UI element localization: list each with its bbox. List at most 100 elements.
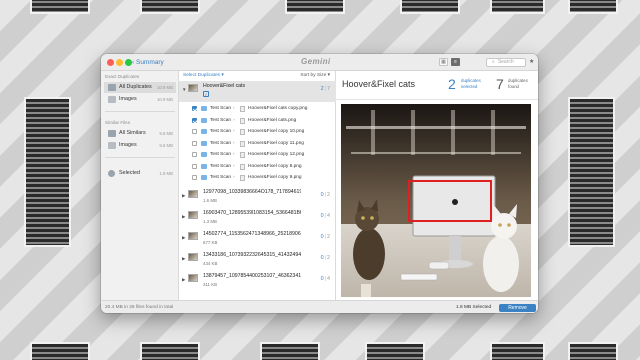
- file-icon: [240, 163, 245, 170]
- disclosure-closed-icon: ▶: [182, 256, 186, 261]
- sidebar-item-all-similars[interactable]: All Similars 9.6 MB: [104, 128, 176, 139]
- chevron-right-icon: ›: [233, 152, 235, 157]
- file-row[interactable]: Test Scan › Hoover&Fixel copy 12.png: [179, 149, 336, 161]
- chevron-right-icon: ›: [233, 129, 235, 134]
- file-checkbox[interactable]: [192, 163, 197, 169]
- group-name: Hoover&Fixel cats: [203, 83, 246, 89]
- duplicate-group[interactable]: ▶ 12977098_10339836664O178_7178946194...…: [179, 187, 336, 208]
- duplicate-group[interactable]: ▶ 13433186_1073932232645315_414324942...…: [179, 250, 336, 271]
- minimize-window-button[interactable]: [116, 59, 123, 66]
- file-icon: [240, 140, 245, 147]
- group-name: 14502774_1153562471348966_2521890611...: [203, 231, 301, 237]
- detail-divider: [336, 99, 538, 100]
- chevron-left-icon: ‹: [132, 59, 135, 66]
- star-icon: ★: [529, 59, 535, 65]
- selected-count-label: duplicates selected: [461, 78, 481, 89]
- detail-pane: Hoover&Fixel cats 2 duplicates selected 7…: [336, 71, 538, 300]
- group-thumbnail: [188, 232, 198, 240]
- sort-by-size-dropdown[interactable]: Sort by Size ▾: [300, 71, 330, 80]
- back-label: Summary: [135, 59, 164, 66]
- chevron-right-icon: ›: [233, 106, 235, 111]
- duplicate-group[interactable]: ▶ 13879457_1097854400253107_463623410...…: [179, 271, 336, 292]
- zoom-window-button[interactable]: [125, 59, 132, 66]
- disclosure-closed-icon: ▶: [182, 235, 186, 240]
- grid-icon: ▦: [441, 59, 446, 65]
- file-checkbox[interactable]: [192, 106, 197, 111]
- select-duplicates-dropdown[interactable]: Select Duplicates ▾: [183, 71, 224, 80]
- group-count: 0|2: [320, 255, 330, 261]
- file-row[interactable]: Test Scan › Hoover&Fixel copy 8.png: [179, 161, 336, 173]
- group-size: 434 KB: [203, 261, 218, 266]
- duplicate-group-selected[interactable]: ▼ Hoover&Fixel cats ✓ 2|7: [179, 81, 336, 102]
- exact-duplicates-header: Exact Duplicates: [105, 74, 140, 79]
- sidebar-divider: [105, 111, 175, 112]
- group-size: 677 KB: [203, 240, 218, 245]
- folder-icon: [201, 106, 207, 111]
- similar-files-header: Similar Files: [105, 120, 131, 125]
- folder-icon: [201, 129, 207, 134]
- app-window: ‹ Summary Gemini ▦ ≡ ⌕ Search ★ Exact Dup…: [101, 54, 538, 313]
- group-size: 311 KB: [203, 282, 218, 287]
- detail-title: Hoover&Fixel cats: [342, 79, 416, 89]
- file-checkbox[interactable]: [192, 175, 197, 180]
- grid-view-button[interactable]: ▦: [439, 58, 448, 66]
- sidebar: Exact Duplicates All Duplicates 10.9 MB …: [101, 71, 179, 300]
- sidebar-item-similar-images[interactable]: Images 9.6 MB: [104, 140, 176, 151]
- folder-icon: [201, 117, 207, 123]
- remove-button[interactable]: Remove: [499, 303, 536, 312]
- image-icon: [108, 96, 116, 103]
- chevron-right-icon: ›: [233, 175, 235, 180]
- file-checkbox[interactable]: [192, 117, 197, 123]
- file-name: Hoover&Fixel cats copy.png: [248, 106, 308, 111]
- found-count-label: duplicates found: [508, 78, 528, 89]
- list-icon: ≡: [454, 59, 457, 65]
- sidebar-item-all-duplicates[interactable]: All Duplicates 10.9 MB: [104, 82, 176, 93]
- file-name: Hoover&Fixel cats.png: [248, 117, 297, 123]
- folder-icon: [201, 163, 207, 169]
- search-icon: ⌕: [492, 59, 495, 65]
- chevron-right-icon: ›: [233, 163, 235, 169]
- file-row[interactable]: Test Scan › Hoover&Fixel copy 9.png: [179, 172, 336, 184]
- back-to-summary-button[interactable]: ‹ Summary: [132, 57, 164, 68]
- file-checkbox[interactable]: [192, 140, 197, 146]
- folder-icon: [201, 152, 207, 157]
- disclosure-closed-icon: ▶: [182, 214, 186, 219]
- found-count: 7: [496, 76, 504, 92]
- status-bar: 20.4 MB in 26 files found in total 1.8 M…: [101, 300, 538, 313]
- group-thumbnail: [188, 190, 198, 198]
- file-row[interactable]: Test Scan › Hoover&Fixel copy 11.png: [179, 138, 336, 150]
- file-row[interactable]: Test Scan › Hoover&Fixel copy 10.png: [179, 126, 336, 138]
- file-name: Hoover&Fixel copy 8.png: [248, 163, 302, 169]
- search-placeholder: Search: [497, 59, 514, 65]
- sidebar-item-exact-images[interactable]: Images 10.9 MB: [104, 94, 176, 105]
- favorites-button[interactable]: ★: [529, 58, 537, 66]
- selected-size: 1.8 MB Selected: [456, 305, 492, 310]
- stack-icon: [108, 130, 116, 137]
- image-preview[interactable]: [341, 104, 531, 297]
- file-icon: [240, 152, 245, 158]
- file-icon: [240, 106, 245, 112]
- close-window-button[interactable]: [107, 59, 114, 66]
- total-info: 20.4 MB in 26 files found in total: [105, 305, 174, 310]
- file-icon: [240, 175, 245, 181]
- title-bar: ‹ Summary Gemini ▦ ≡ ⌕ Search ★: [101, 54, 538, 71]
- group-count: 2|7: [320, 86, 330, 92]
- search-input[interactable]: ⌕ Search: [486, 58, 526, 67]
- file-checkbox[interactable]: [192, 129, 197, 134]
- duplicate-group[interactable]: ▶ 16903470_12895539l1083154_5366481B6...…: [179, 208, 336, 229]
- file-name: Hoover&Fixel copy 10.png: [248, 129, 305, 134]
- sidebar-item-selected[interactable]: Selected 1.8 MB: [104, 168, 176, 179]
- file-row[interactable]: Test Scan › Hoover&Fixel cats.png: [179, 115, 336, 127]
- group-count: 0|2: [320, 192, 330, 198]
- file-checkbox[interactable]: [192, 152, 197, 157]
- duplicates-list: Select Duplicates ▾ Sort by Size ▾ ▼ Hoo…: [179, 71, 336, 300]
- file-row[interactable]: Test Scan › Hoover&Fixel cats copy.png: [179, 103, 336, 115]
- sidebar-divider: [105, 157, 175, 158]
- list-view-button[interactable]: ≡: [451, 58, 460, 66]
- group-size: 1.6 MB: [203, 198, 217, 203]
- file-name: Hoover&Fixel copy 12.png: [248, 152, 305, 157]
- file-icon: [240, 117, 245, 124]
- selected-count: 2: [448, 76, 456, 92]
- auto-select-icon[interactable]: ✓: [203, 91, 209, 97]
- duplicate-group[interactable]: ▶ 14502774_1153562471348966_2521890611..…: [179, 229, 336, 250]
